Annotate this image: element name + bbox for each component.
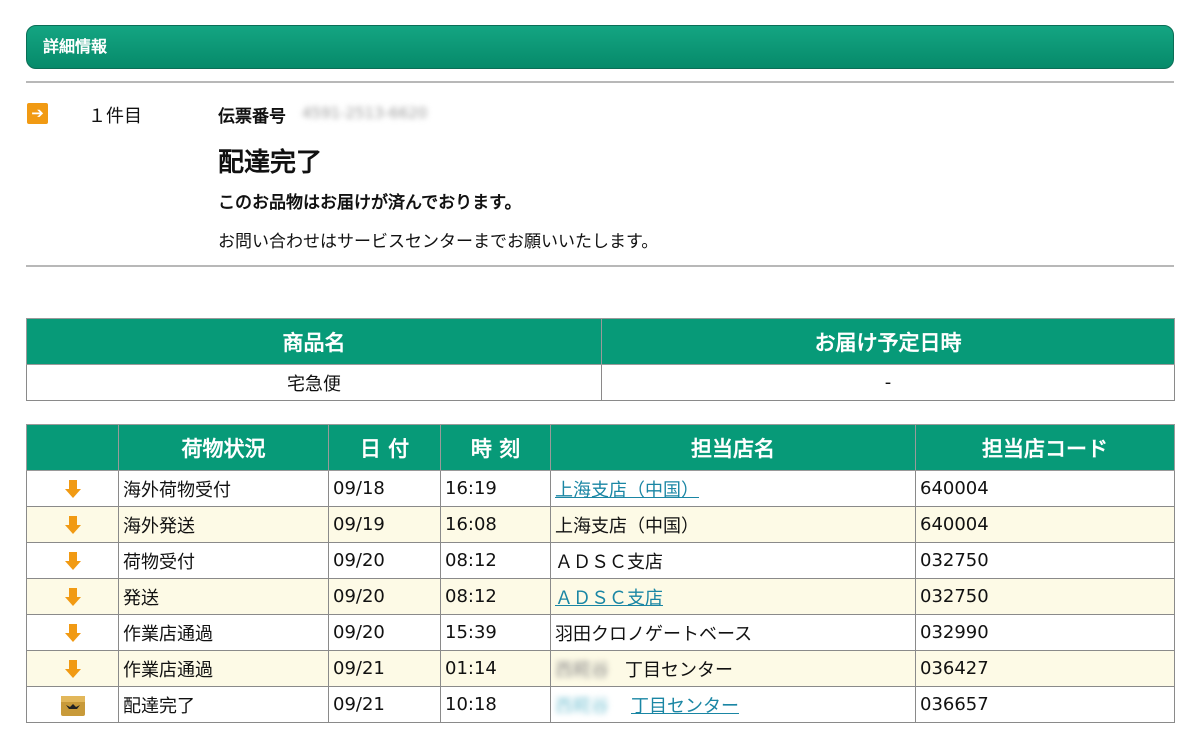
delivery-status-message: このお品物はお届けが済んでおります。 xyxy=(218,193,522,213)
time-cell: 01:14 xyxy=(440,650,551,687)
down-arrow-icon xyxy=(64,480,81,498)
store-link[interactable]: 西糀谷 丁目センター xyxy=(555,696,739,717)
header-store-code: 担当店コード xyxy=(915,424,1175,471)
status-cell: 作業店通過 xyxy=(118,650,329,687)
product-name: 宅急便 xyxy=(26,364,602,401)
status-cell: 海外荷物受付 xyxy=(118,470,329,507)
delivery-date: - xyxy=(601,364,1175,401)
code-cell: 036427 xyxy=(915,650,1175,687)
code-cell: 032750 xyxy=(915,578,1175,615)
status-cell: 配達完了 xyxy=(118,686,329,723)
date-cell: 09/20 xyxy=(328,542,441,579)
header-delivery-date: お届け予定日時 xyxy=(601,318,1175,365)
header-date: 日 付 xyxy=(328,424,441,471)
tracking-number-label: 伝票番号 xyxy=(218,107,286,127)
down-arrow-icon xyxy=(64,660,81,678)
store-name: 丁目センター xyxy=(631,695,739,717)
row-icon-cell xyxy=(26,614,119,651)
table-row: 海外発送 09/19 16:08 上海支店（中国） 640004 xyxy=(26,506,1175,543)
status-cell: 作業店通過 xyxy=(118,614,329,651)
time-cell: 08:12 xyxy=(440,542,551,579)
row-icon-cell xyxy=(26,578,119,615)
store-cell: ＡＤＳＣ支店 xyxy=(550,542,916,579)
code-cell: 032990 xyxy=(915,614,1175,651)
store-cell: ＡＤＳＣ支店 xyxy=(550,578,916,615)
table-row: 海外荷物受付 09/18 16:19 上海支店（中国） 640004 xyxy=(26,470,1175,507)
down-arrow-icon xyxy=(64,588,81,606)
date-cell: 09/21 xyxy=(328,686,441,723)
contact-note: お問い合わせはサービスセンターまでお願いいたします。 xyxy=(218,232,659,252)
status-cell: 海外発送 xyxy=(118,506,329,543)
header-status: 荷物状況 xyxy=(118,424,329,471)
table-row: 配達完了 09/21 10:18 西糀谷 丁目センター 036657 xyxy=(26,686,1175,723)
store-cell: 上海支店（中国） xyxy=(550,470,916,507)
divider-bottom xyxy=(26,265,1174,267)
time-cell: 10:18 xyxy=(440,686,551,723)
divider-top xyxy=(26,81,1174,83)
store-name: 丁目センター xyxy=(625,659,733,681)
code-cell: 036657 xyxy=(915,686,1175,723)
status-cell: 荷物受付 xyxy=(118,542,329,579)
history-table-header: 荷物状況 日 付 時 刻 担当店名 担当店コード xyxy=(26,424,1175,471)
store-name-redacted: 西糀谷 xyxy=(555,659,609,681)
down-arrow-icon xyxy=(64,624,81,642)
header-product-name: 商品名 xyxy=(26,318,602,365)
date-cell: 09/18 xyxy=(328,470,441,507)
store-cell: 西糀谷 丁目センター xyxy=(550,686,916,723)
date-cell: 09/20 xyxy=(328,578,441,615)
store-name-redacted: 西糀谷 xyxy=(555,695,609,717)
delivered-box-icon xyxy=(60,695,85,716)
store-link[interactable]: 上海支店（中国） xyxy=(555,480,699,501)
code-cell: 032750 xyxy=(915,542,1175,579)
table-row: 荷物受付 09/20 08:12 ＡＤＳＣ支店 032750 xyxy=(26,542,1175,579)
time-cell: 15:39 xyxy=(440,614,551,651)
code-cell: 640004 xyxy=(915,506,1175,543)
section-title: 詳細情報 xyxy=(43,37,108,56)
table-row: 作業店通過 09/20 15:39 羽田クロノゲートベース 032990 xyxy=(26,614,1175,651)
product-table: 商品名 お届け予定日時 宅急便 - xyxy=(26,318,1175,401)
product-table-header: 商品名 お届け予定日時 xyxy=(26,318,1175,365)
time-cell: 16:08 xyxy=(440,506,551,543)
down-arrow-icon xyxy=(64,516,81,534)
row-icon-cell xyxy=(26,470,119,507)
table-row: 作業店通過 09/21 01:14 西糀谷 丁目センター 036427 xyxy=(26,650,1175,687)
time-cell: 08:12 xyxy=(440,578,551,615)
store-cell: 羽田クロノゲートベース xyxy=(550,614,916,651)
header-store-name: 担当店名 xyxy=(550,424,916,471)
date-cell: 09/21 xyxy=(328,650,441,687)
table-row: 発送 09/20 08:12 ＡＤＳＣ支店 032750 xyxy=(26,578,1175,615)
arrow-right-icon: ➔ xyxy=(27,103,48,124)
date-cell: 09/20 xyxy=(328,614,441,651)
section-header: 詳細情報 xyxy=(26,25,1174,69)
row-icon-cell xyxy=(26,542,119,579)
product-row: 宅急便 - xyxy=(26,364,1175,401)
code-cell: 640004 xyxy=(915,470,1175,507)
header-time: 時 刻 xyxy=(440,424,551,471)
store-cell: 上海支店（中国） xyxy=(550,506,916,543)
store-cell: 西糀谷 丁目センター xyxy=(550,650,916,687)
status-cell: 発送 xyxy=(118,578,329,615)
row-icon-cell xyxy=(26,506,119,543)
store-link[interactable]: ＡＤＳＣ支店 xyxy=(555,588,663,609)
row-icon-cell xyxy=(26,650,119,687)
row-icon-cell xyxy=(26,686,119,723)
time-cell: 16:19 xyxy=(440,470,551,507)
header-icon xyxy=(26,424,119,471)
down-arrow-icon xyxy=(64,552,81,570)
tracking-number-value: 4591-2513-6620 xyxy=(302,104,428,122)
tracking-history-table: 荷物状況 日 付 時 刻 担当店名 担当店コード 海外荷物受付 09/18 16… xyxy=(26,424,1175,723)
item-count: １件目 xyxy=(88,106,142,127)
delivery-status-title: 配達完了 xyxy=(218,148,323,178)
date-cell: 09/19 xyxy=(328,506,441,543)
